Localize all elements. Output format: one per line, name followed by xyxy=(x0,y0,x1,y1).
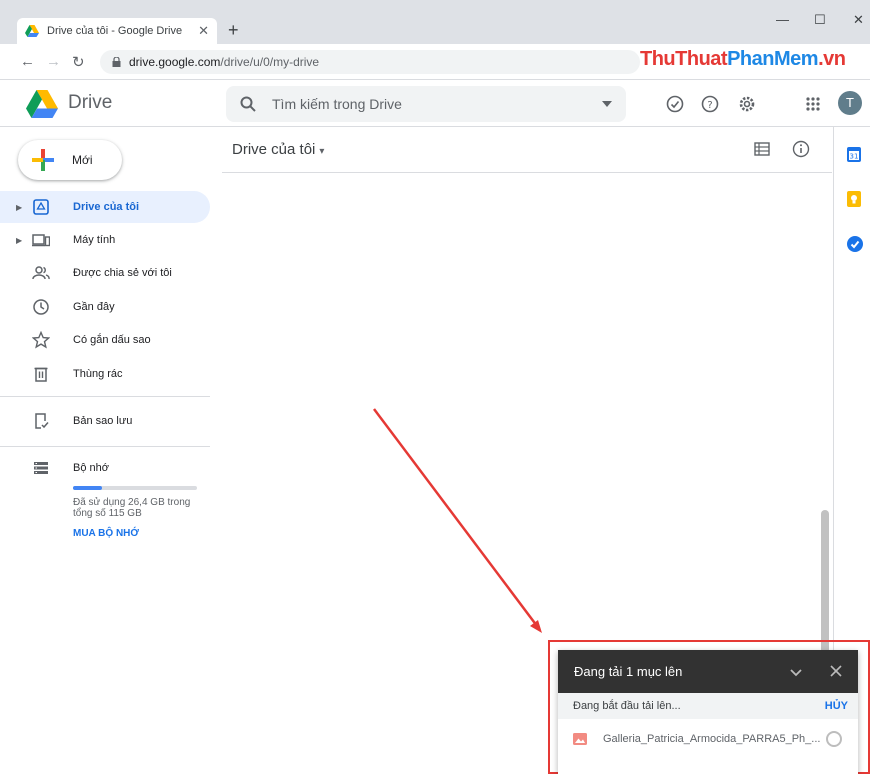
close-panel-icon[interactable] xyxy=(830,664,842,680)
upload-header: Đang tải 1 mục lên xyxy=(558,650,858,693)
back-arrow-icon[interactable]: ← xyxy=(20,53,35,70)
watermark-part-b: PhanMem xyxy=(727,48,819,70)
trash-icon xyxy=(34,367,48,382)
title-dropdown-icon: ▾ xyxy=(319,146,325,157)
offline-ready-icon[interactable] xyxy=(665,94,685,114)
cancel-upload-button[interactable]: HỦY xyxy=(825,700,848,712)
browser-toolbar: ← → ↻ drive.google.com/drive/u/0/my-driv… xyxy=(0,44,870,80)
page-title[interactable]: Drive của tôi ▾ xyxy=(232,141,324,158)
new-button-label: Mới xyxy=(72,153,93,167)
watermark-part-a: ThuThuat xyxy=(640,48,728,70)
sidebar-item-label: Drive của tôi xyxy=(73,201,140,213)
sidebar-item-label: Thùng rác xyxy=(73,368,123,380)
sidebar-item-computers[interactable]: ▶ Máy tính xyxy=(0,224,210,256)
help-icon[interactable]: ? xyxy=(700,94,720,114)
minimize-button[interactable]: — xyxy=(776,12,789,27)
image-file-icon xyxy=(573,733,587,745)
search-options-chevron-icon[interactable] xyxy=(602,101,612,107)
star-icon xyxy=(32,331,50,349)
watermark-part-c: .vn xyxy=(818,48,846,70)
new-tab-button[interactable]: + xyxy=(228,18,239,42)
upload-file-item[interactable]: Galleria_Patricia_Armocida_PARRA5_Ph_... xyxy=(558,719,858,759)
tab-close-icon[interactable]: ✕ xyxy=(198,23,209,39)
page-title-text: Drive của tôi xyxy=(232,141,316,158)
search-icon[interactable] xyxy=(240,96,256,112)
sidebar-item-label: Bản sao lưu xyxy=(73,415,133,427)
svg-text:31: 31 xyxy=(850,153,859,161)
sidebar-item-label: Máy tính xyxy=(73,234,116,246)
backup-device-icon xyxy=(35,413,49,429)
drive-header: Drive Tìm kiếm trong Drive ? T xyxy=(0,80,870,127)
sidebar-divider xyxy=(0,446,210,447)
watermark-logo: ThuThuatPhanMem.vn xyxy=(640,48,846,71)
upload-status-text: Đang bắt đầu tải lên... xyxy=(573,700,681,712)
svg-text:?: ? xyxy=(707,100,712,111)
sidebar-item-starred[interactable]: Có gắn dấu sao xyxy=(0,324,210,356)
search-placeholder: Tìm kiếm trong Drive xyxy=(272,96,402,112)
url-host: drive.google.com xyxy=(129,55,221,69)
maximize-button[interactable]: ☐ xyxy=(814,12,826,28)
my-drive-icon xyxy=(33,199,49,215)
upload-progress-panel: Đang tải 1 mục lên Đang bắt đầu tải lên.… xyxy=(558,650,858,774)
keep-icon[interactable] xyxy=(847,191,861,207)
buy-storage-link[interactable]: MUA BỘ NHỚ xyxy=(73,528,139,539)
settings-gear-icon[interactable] xyxy=(737,94,757,114)
address-bar[interactable]: drive.google.com/drive/u/0/my-drive xyxy=(100,50,640,74)
search-box[interactable]: Tìm kiếm trong Drive xyxy=(226,86,626,122)
calendar-icon[interactable]: 31 xyxy=(847,146,861,162)
expand-caret-icon[interactable]: ▶ xyxy=(16,236,22,245)
storage-usage-fill xyxy=(73,486,102,490)
browser-tab[interactable]: Drive của tôi - Google Drive ✕ xyxy=(17,18,217,44)
url-path: /drive/u/0/my-drive xyxy=(220,55,320,69)
collapse-chevron-icon[interactable] xyxy=(790,664,802,680)
upload-progress-ring-icon xyxy=(826,731,842,747)
sidebar-item-label: Gần đây xyxy=(73,301,115,313)
sidebar-item-label: Có gắn dấu sao xyxy=(73,334,151,346)
content-divider xyxy=(222,172,832,173)
lock-icon xyxy=(112,57,121,67)
upload-title: Đang tải 1 mục lên xyxy=(574,664,683,679)
upload-status-row: Đang bắt đầu tải lên... HỦY xyxy=(558,693,858,719)
sidebar-item-storage[interactable]: Bộ nhớ xyxy=(0,452,210,484)
sidebar-item-shared[interactable]: Được chia sẻ với tôi xyxy=(0,257,210,289)
sidebar-item-label: Bộ nhớ xyxy=(73,462,109,474)
expand-caret-icon[interactable]: ▶ xyxy=(16,203,22,212)
new-button[interactable]: Mới xyxy=(18,140,122,180)
storage-usage-text: Đã sử dụng 26,4 GB trong tổng số 115 GB xyxy=(73,497,191,519)
browser-tabstrip: Drive của tôi - Google Drive ✕ + — ☐ ✕ xyxy=(0,0,870,44)
sidebar-item-recent[interactable]: Gần đây xyxy=(0,291,210,323)
sidebar-item-backups[interactable]: Bản sao lưu xyxy=(0,405,210,437)
upload-file-name: Galleria_Patricia_Armocida_PARRA5_Ph_... xyxy=(603,733,821,745)
storage-icon xyxy=(34,462,48,474)
sidebar-divider xyxy=(0,396,210,397)
forward-arrow-icon[interactable]: → xyxy=(46,53,61,70)
tab-title: Drive của tôi - Google Drive xyxy=(47,25,183,37)
reload-icon[interactable]: ↻ xyxy=(72,53,85,71)
window-close-button[interactable]: ✕ xyxy=(853,12,864,28)
account-avatar[interactable]: T xyxy=(838,91,862,115)
sidebar-item-label: Được chia sẻ với tôi xyxy=(73,267,172,279)
sidebar-item-my-drive[interactable]: ▶ Drive của tôi xyxy=(0,191,210,223)
plus-icon xyxy=(32,149,54,171)
shared-people-icon xyxy=(32,266,50,280)
list-view-icon[interactable] xyxy=(754,142,770,156)
app-name[interactable]: Drive xyxy=(68,92,112,114)
clock-icon xyxy=(33,299,49,315)
apps-grid-icon[interactable] xyxy=(803,94,823,114)
info-icon[interactable] xyxy=(792,140,810,158)
tasks-icon[interactable] xyxy=(847,236,863,252)
drive-logo-icon[interactable] xyxy=(26,90,58,118)
storage-usage-bar xyxy=(73,486,197,490)
sidebar-item-trash[interactable]: Thùng rác xyxy=(0,358,210,390)
computer-icon xyxy=(32,234,50,247)
drive-favicon-icon xyxy=(25,25,39,37)
